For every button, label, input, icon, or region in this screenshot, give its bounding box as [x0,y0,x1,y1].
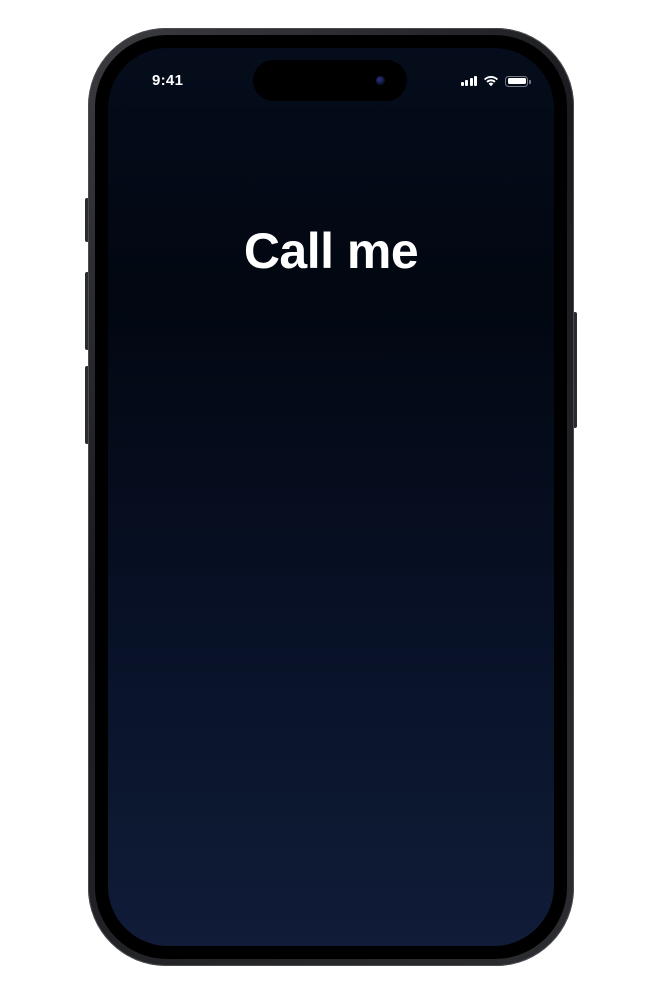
device-mockup: 9:41 Call me [0,0,662,993]
status-icons [460,74,531,88]
battery-icon [505,75,531,87]
page-title: Call me [243,223,419,279]
battery-level [507,78,526,84]
dynamic-island [253,60,407,101]
cellular-signal-icon [460,76,477,86]
phone-frame: 9:41 Call me [88,28,574,966]
camera-lens [376,76,385,85]
phone-screen: 9:41 Call me [108,48,554,946]
status-bar: 9:41 [108,48,554,108]
wifi-icon [484,76,498,87]
status-time: 9:41 [152,72,184,89]
